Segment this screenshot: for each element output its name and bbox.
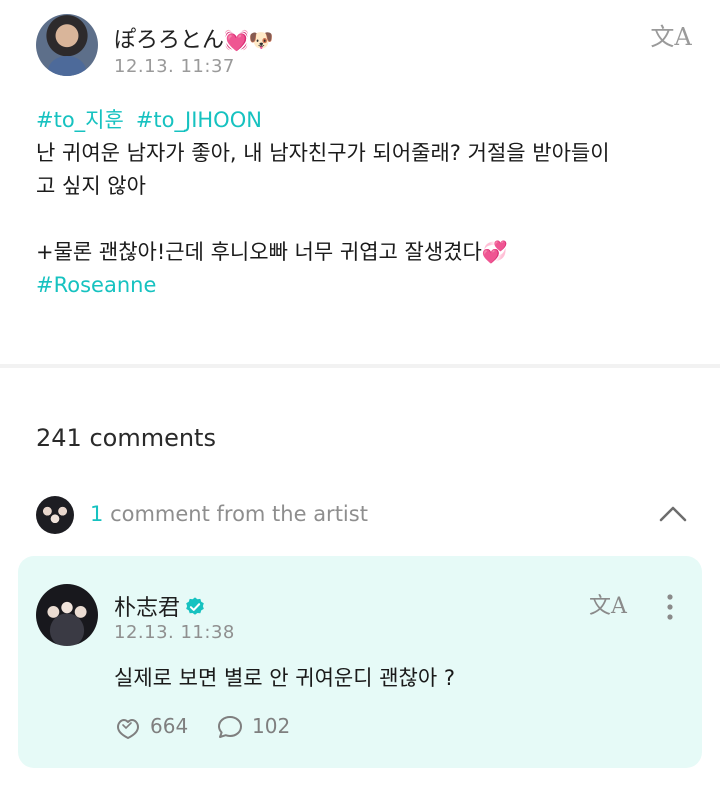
reply-button[interactable]: 102 — [216, 712, 306, 742]
reply-icon — [218, 716, 242, 738]
author-avatar[interactable] — [36, 14, 98, 76]
author-name[interactable]: ぽろろとん💓🐶 — [114, 22, 274, 54]
comment-text: 실제로 보면 별로 안 귀여운디 괜찮아 ? — [114, 666, 455, 690]
translate-icon[interactable]: 文A — [650, 18, 692, 56]
translate-icon[interactable]: 文A — [588, 590, 628, 624]
post-text-line: 고 싶지 않아 — [36, 174, 146, 198]
artist-comments-toggle[interactable]: 1 comment from the artist — [36, 496, 696, 536]
post-hashtags: #to_지훈 #to_JIHOON — [36, 104, 686, 137]
hashtag-link[interactable]: #Roseanne — [36, 269, 686, 302]
author-emoji: 💓🐶 — [224, 28, 274, 52]
more-vertical-icon[interactable] — [658, 592, 682, 622]
reply-count: 102 — [252, 714, 291, 738]
like-button[interactable]: 664 — [114, 712, 204, 742]
hashtag-link[interactable]: #to_JIHOON — [136, 108, 262, 132]
post-header: ぽろろとん💓🐶 12.13. 11:37 文A — [36, 14, 696, 84]
artist-comment-summary: 1 comment from the artist — [90, 502, 368, 526]
author-name-text: ぽろろとん — [114, 28, 225, 53]
commenter-avatar[interactable] — [36, 584, 98, 646]
post-timestamp: 12.13. 11:37 — [114, 56, 235, 77]
like-count: 664 — [150, 714, 189, 738]
comment-timestamp: 12.13. 11:38 — [114, 622, 235, 643]
artist-comment-count: 1 — [90, 502, 104, 526]
section-divider — [0, 364, 720, 368]
hashtag-link[interactable]: #to_지훈 — [36, 108, 124, 132]
comments-count: 241 comments — [36, 424, 216, 452]
artist-comment-label: comment from the artist — [110, 502, 368, 526]
artist-comment-card: 朴志君 12.13. 11:38 文A 실제로 보면 별로 안 귀여운디 괜찮아… — [18, 556, 702, 768]
commenter-name[interactable]: 朴志君 — [114, 590, 206, 622]
post-body: #to_지훈 #to_JIHOON 난 귀여운 남자가 좋아, 내 남자친구가 되… — [36, 104, 686, 302]
post-text-line: +물론 괜찮아!근데 후니오빠 너무 귀엽고 잘생겼다💞 — [36, 240, 508, 264]
artist-avatar-small — [36, 496, 74, 534]
chevron-up-icon[interactable] — [658, 502, 688, 526]
verified-badge-icon — [186, 597, 204, 615]
post-text-line: 난 귀여운 남자가 좋아, 내 남자친구가 되어줄래? 거절을 받아들이 — [36, 141, 610, 165]
commenter-name-text: 朴志君 — [114, 596, 181, 621]
like-icon — [117, 719, 139, 739]
